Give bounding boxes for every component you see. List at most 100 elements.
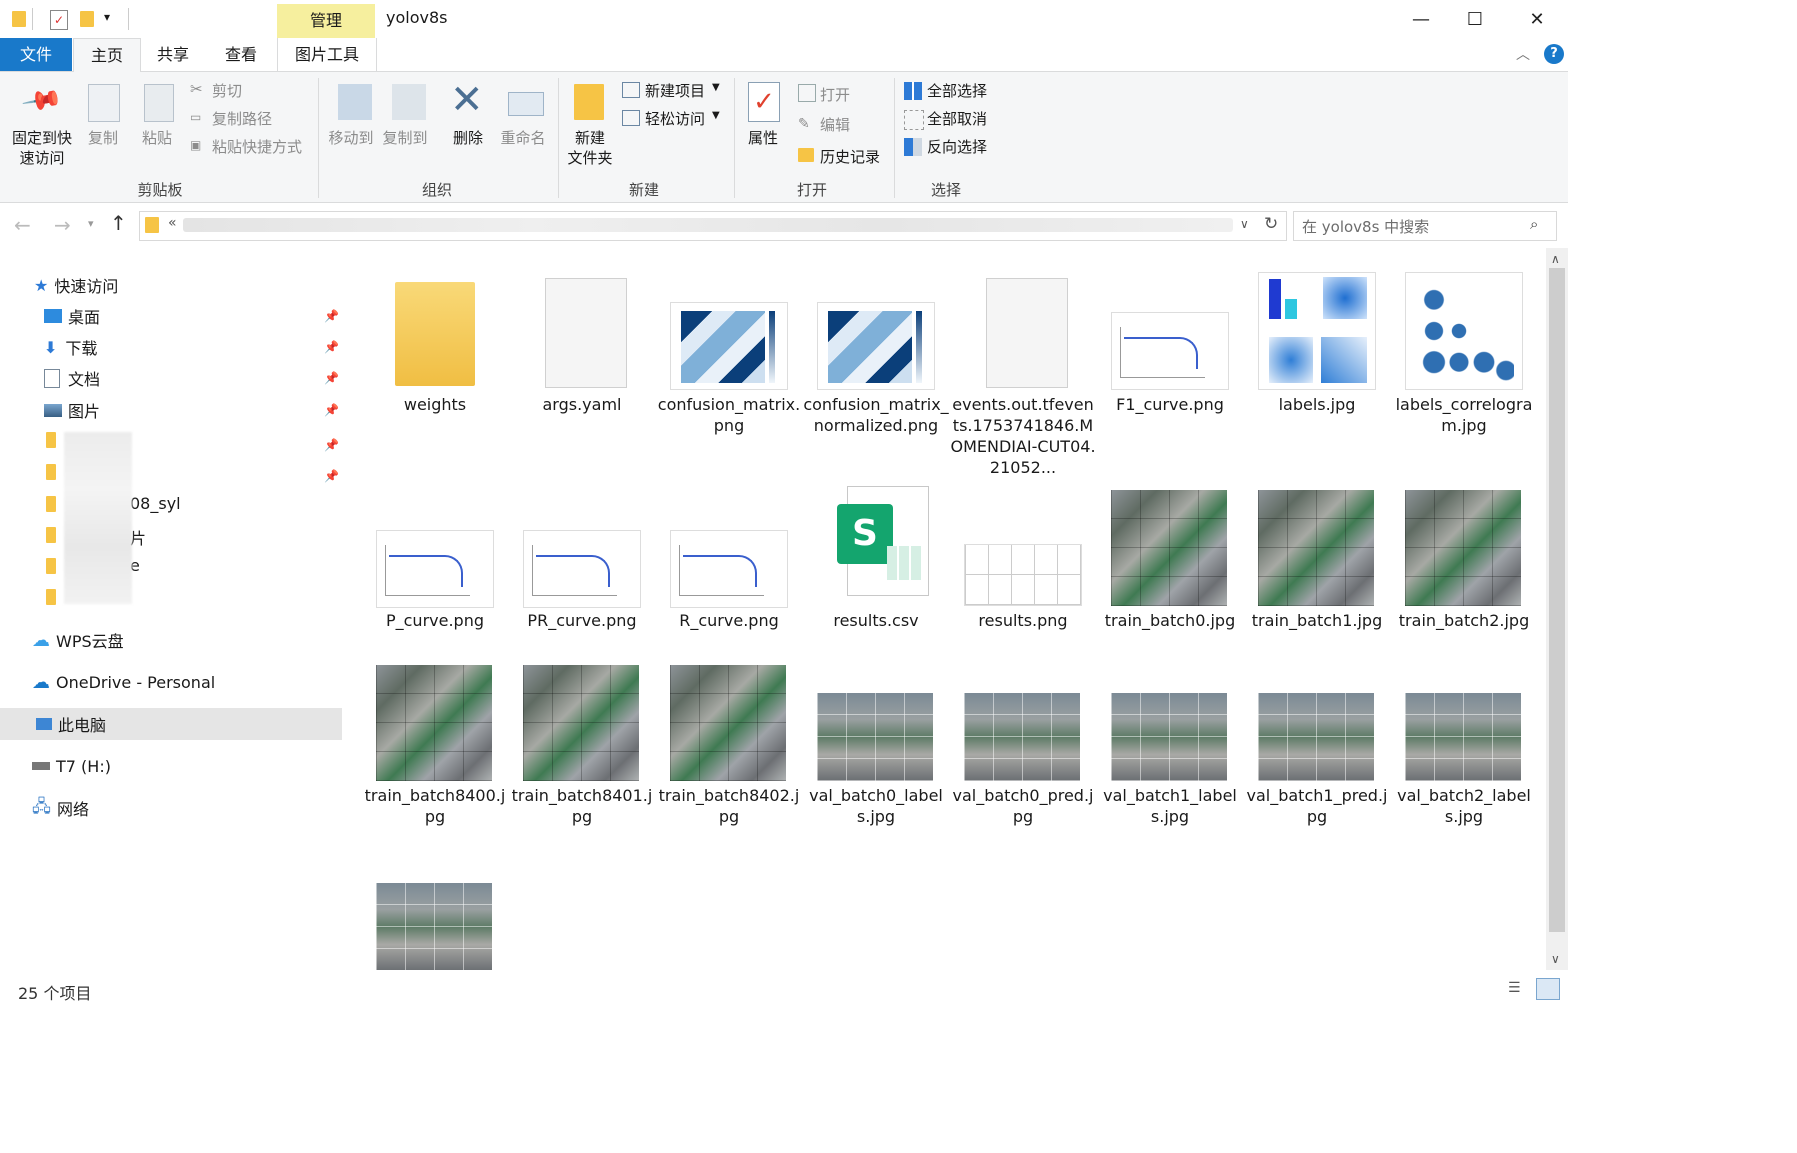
file-item[interactable]: train_batch8400.jpg: [362, 653, 508, 826]
details-view-icon[interactable]: ☰: [1508, 980, 1526, 998]
file-item[interactable]: confusion_matrix.png: [656, 260, 802, 470]
scroll-down-icon[interactable]: ∨: [1551, 952, 1560, 966]
minimize-icon[interactable]: —: [1398, 0, 1444, 38]
file-item[interactable]: args.yaml: [509, 260, 655, 470]
scroll-up-icon[interactable]: ∧: [1551, 252, 1560, 266]
history-button[interactable]: 历史记录: [820, 146, 880, 167]
pin-icon[interactable]: 📌: [324, 340, 339, 354]
pin-icon[interactable]: 📌: [324, 371, 339, 385]
new-folder-quick-icon[interactable]: [80, 11, 94, 27]
file-item[interactable]: results.png: [950, 478, 1096, 648]
nav-downloads[interactable]: ⬇ 下载 📌: [0, 332, 344, 362]
tab-share[interactable]: 共享: [142, 38, 204, 71]
pin-quick-access-button[interactable]: 固定到快 速访问: [4, 128, 80, 168]
nav-quick-access[interactable]: ★ 快速访问: [0, 270, 344, 300]
onedrive-icon: ☁: [32, 671, 50, 693]
file-name: events.out.tfevents.1753741846.MOMENDIAI…: [950, 395, 1096, 477]
tab-manage[interactable]: 管理: [277, 4, 375, 38]
address-dropdown-icon[interactable]: ∨: [1240, 217, 1249, 231]
nav-partial-label[interactable]: 片: [130, 525, 146, 549]
select-all-button[interactable]: 全部选择: [927, 80, 987, 101]
breadcrumb-overflow[interactable]: «: [168, 215, 177, 231]
file-item[interactable]: val_batch0_labels.jpg: [803, 653, 949, 826]
back-arrow-icon[interactable]: ←: [14, 213, 31, 237]
help-icon[interactable]: ?: [1544, 44, 1564, 64]
close-icon[interactable]: ✕: [1514, 0, 1560, 38]
tab-home[interactable]: 主页: [73, 38, 141, 73]
up-arrow-icon[interactable]: ↑: [110, 211, 127, 235]
clipboard-group-label: 剪贴板: [137, 181, 183, 199]
tab-file[interactable]: 文件: [0, 38, 72, 71]
file-item[interactable]: train_batch1.jpg: [1244, 478, 1390, 648]
maximize-icon[interactable]: ☐: [1452, 0, 1498, 38]
collapse-ribbon-icon[interactable]: ︿: [1516, 44, 1530, 64]
file-item[interactable]: labels.jpg: [1244, 260, 1390, 470]
nav-wps-cloud[interactable]: ☁ WPS云盘: [0, 625, 344, 655]
pin-icon[interactable]: 📌: [324, 403, 339, 417]
file-item[interactable]: P_curve.png: [362, 478, 508, 648]
nav-partial-label[interactable]: 08_syl: [130, 494, 181, 513]
file-item[interactable]: val_batch2_labels.jpg: [1391, 653, 1537, 826]
large-icons-view-icon[interactable]: [1536, 978, 1560, 1000]
tab-picture-tools[interactable]: 图片工具: [277, 38, 377, 71]
file-item[interactable]: val_batch0_pred.jpg: [950, 653, 1096, 826]
delete-button[interactable]: 删除: [448, 128, 488, 148]
properties-quick-icon[interactable]: ✓: [50, 10, 68, 30]
file-item[interactable]: confusion_matrix_normalized.png: [803, 260, 949, 470]
search-input[interactable]: 在 yolov8s 中搜索 ⌕: [1293, 211, 1557, 241]
tab-view[interactable]: 查看: [210, 38, 272, 71]
edit-button[interactable]: 编辑: [820, 114, 850, 135]
easy-access-button[interactable]: 轻松访问: [645, 108, 705, 129]
matrix-thumbnail: [670, 302, 788, 390]
new-item-button[interactable]: 新建项目: [645, 80, 705, 101]
paste-button[interactable]: 粘贴: [136, 128, 178, 148]
new-folder-button[interactable]: 新建 文件夹: [562, 128, 618, 168]
properties-button[interactable]: 属性: [740, 128, 786, 148]
file-item[interactable]: train_batch8402.jpg: [656, 653, 802, 826]
move-to-button[interactable]: 移动到: [324, 128, 378, 148]
nav-network[interactable]: 🖧 网络: [0, 793, 344, 823]
file-item[interactable]: val_batch1_labels.jpg: [1097, 653, 1243, 826]
file-item[interactable]: labels_correlogram.jpg: [1391, 260, 1537, 470]
open-button[interactable]: 打开: [820, 84, 850, 105]
copy-to-button[interactable]: 复制到: [378, 128, 432, 148]
file-item[interactable]: Sresults.csv: [803, 478, 949, 648]
recent-locations-icon[interactable]: ▾: [88, 217, 94, 230]
nav-documents[interactable]: 文档 📌: [0, 363, 344, 393]
file-item[interactable]: train_batch8401.jpg: [509, 653, 655, 826]
copy-path-button[interactable]: 复制路径: [212, 108, 272, 129]
cut-button[interactable]: 剪切: [212, 80, 242, 101]
labels-thumbnail: [1258, 272, 1376, 390]
nav-this-pc[interactable]: 此电脑: [0, 708, 342, 740]
forward-arrow-icon[interactable]: →: [54, 213, 71, 237]
search-icon[interactable]: ⌕: [1530, 215, 1538, 233]
nav-onedrive[interactable]: ☁ OneDrive - Personal: [0, 667, 344, 697]
file-item[interactable]: events.out.tfevents.1753741846.MOMENDIAI…: [950, 260, 1096, 477]
invert-selection-button[interactable]: 反向选择: [927, 136, 987, 157]
file-item[interactable]: R_curve.png: [656, 478, 802, 648]
refresh-icon[interactable]: ↻: [1264, 214, 1278, 234]
rename-icon: [508, 92, 544, 116]
file-item[interactable]: train_batch2.jpg: [1391, 478, 1537, 648]
file-item[interactable]: train_batch0.jpg: [1097, 478, 1243, 648]
pin-icon[interactable]: 📌: [324, 469, 339, 483]
customize-quick-access-icon[interactable]: ▾: [104, 10, 110, 24]
pin-icon: 📌: [20, 79, 65, 123]
delete-icon: ✕: [450, 77, 484, 123]
paste-shortcut-button[interactable]: 粘贴快捷方式: [212, 136, 302, 157]
nav-drive-t7[interactable]: T7 (H:): [0, 751, 344, 781]
nav-pictures[interactable]: 图片 📌: [0, 395, 344, 425]
nav-desktop[interactable]: 桌面 📌: [0, 301, 344, 331]
pin-icon[interactable]: 📌: [324, 438, 339, 452]
select-none-button[interactable]: 全部取消: [927, 108, 987, 129]
copy-button[interactable]: 复制: [82, 128, 124, 148]
file-item[interactable]: val_batch1_pred.jpg: [1244, 653, 1390, 826]
file-item[interactable]: val_batch2_pre: [362, 843, 508, 970]
scrollbar-thumb[interactable]: [1549, 268, 1565, 932]
rename-button[interactable]: 重命名: [496, 128, 550, 148]
file-item[interactable]: PR_curve.png: [509, 478, 655, 648]
file-item[interactable]: weights: [362, 260, 508, 470]
pin-icon[interactable]: 📌: [324, 309, 339, 323]
desktop-icon: [44, 309, 62, 323]
file-item[interactable]: F1_curve.png: [1097, 260, 1243, 470]
